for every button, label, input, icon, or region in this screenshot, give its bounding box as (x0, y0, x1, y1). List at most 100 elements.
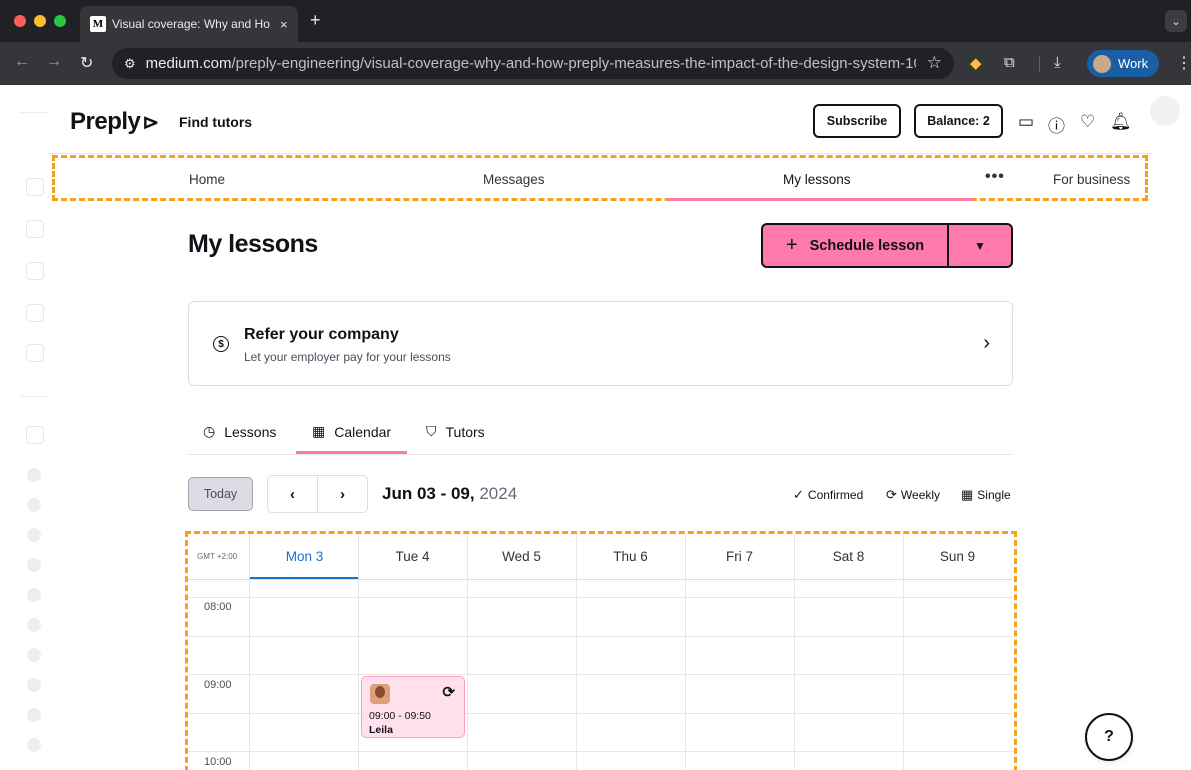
profile-label: Work (1118, 56, 1149, 71)
url-text[interactable]: medium.com/preply-engineering/visual-cov… (146, 55, 916, 72)
faded-avatar-icon (27, 528, 41, 542)
grid-column-line (903, 534, 904, 770)
time-label-1000: 10:00 (204, 756, 232, 768)
faded-avatar-icon (27, 498, 41, 512)
grid-row-line (188, 597, 1013, 598)
repeat-icon: ⟳ (442, 684, 455, 701)
faded-user-avatar (1150, 96, 1180, 126)
day-header-wed[interactable]: Wed 5 (467, 549, 576, 564)
clock-icon: ◷ (203, 423, 216, 439)
extensions-puzzle-icon[interactable]: ⧉ (1004, 54, 1015, 71)
help-button[interactable]: ? (1085, 713, 1133, 761)
calendar-icon: ▦ (961, 487, 974, 502)
browser-tab[interactable]: M Visual coverage: Why and Ho × (80, 6, 298, 42)
plus-icon: + (785, 234, 798, 256)
check-icon: ✓ (793, 487, 804, 502)
event-time: 09:00 - 09:50 (369, 710, 431, 722)
schedule-options-dropdown[interactable]: ▼ (949, 225, 1011, 266)
schedule-lesson-button[interactable]: + Schedule lesson (763, 225, 949, 266)
nav-my-lessons[interactable]: My lessons (783, 172, 851, 187)
day-header-tue[interactable]: Tue 4 (358, 549, 467, 564)
preply-logo[interactable]: Preply ⊳ (70, 108, 159, 136)
lesson-event-card[interactable]: ⟳ 09:00 - 09:50 Leila (361, 676, 465, 738)
header-divider (50, 153, 1150, 154)
grid-column-line (358, 534, 359, 770)
faded-avatar-icon (27, 558, 41, 572)
page-title: My lessons (188, 230, 318, 258)
faded-following-icon (26, 426, 44, 444)
address-bar[interactable]: ⚙ medium.com/preply-engineering/visual-c… (112, 48, 954, 79)
faded-bookmark-icon (26, 220, 44, 238)
day-header-sat[interactable]: Sat 8 (794, 549, 903, 564)
faded-stories-icon (26, 304, 44, 322)
site-settings-icon[interactable]: ⚙ (124, 56, 136, 72)
event-tutor-name: Leila (369, 724, 393, 736)
heart-icon[interactable]: ♡ (1080, 112, 1095, 132)
download-icon[interactable]: ⤓ (1054, 54, 1061, 71)
help-icon[interactable]: ⓘ (1048, 112, 1065, 137)
bookmark-star-icon[interactable]: ☆ (927, 53, 942, 73)
tab-lessons[interactable]: ◷ Lessons (203, 423, 276, 440)
tab-tutors-label: Tutors (445, 423, 485, 440)
tabs-divider (188, 454, 1013, 455)
profile-button[interactable]: Work (1087, 50, 1159, 77)
nav-active-indicator (668, 198, 973, 201)
browser-toolbar: ← → ↻ ⚙ medium.com/preply-engineering/vi… (0, 42, 1191, 85)
faded-avatar-icon (27, 708, 41, 722)
day-header-sun[interactable]: Sun 9 (903, 549, 1012, 564)
subscribe-button[interactable]: Subscribe (813, 104, 901, 138)
browser-menu-icon[interactable]: ⋮ (1176, 53, 1191, 73)
legend-single: ▦ Single (961, 487, 1011, 502)
calendar-highlight-frame (185, 531, 1017, 770)
legend-confirmed: ✓ Confirmed (793, 487, 864, 502)
faded-avatar-icon (27, 738, 41, 752)
extension-icon[interactable]: ◆ (970, 54, 982, 72)
close-window-button[interactable] (14, 15, 26, 27)
faded-stats-icon (26, 344, 44, 362)
forward-icon[interactable]: → (46, 53, 62, 71)
today-button[interactable]: Today (188, 477, 253, 511)
new-tab-button[interactable]: + (310, 10, 321, 31)
grid-column-line (467, 534, 468, 770)
nav-home[interactable]: Home (189, 172, 225, 187)
chevron-down-icon: ▼ (974, 238, 986, 253)
refer-company-card[interactable]: $ Refer your company Let your employer p… (188, 301, 1013, 386)
dollar-coin-icon: $ (213, 336, 229, 352)
time-label-0800: 08:00 (204, 601, 232, 613)
faded-avatar-icon (27, 588, 41, 602)
grid-row-line (188, 636, 1013, 637)
medium-favicon-icon: M (90, 16, 106, 32)
tab-tutors[interactable]: ⛉ Tutors (426, 423, 485, 440)
message-icon[interactable]: ▭ (1018, 112, 1034, 132)
faded-divider (20, 396, 48, 397)
day-header-thu[interactable]: Thu 6 (576, 549, 685, 564)
find-tutors-link[interactable]: Find tutors (179, 114, 252, 130)
chevron-right-icon: › (983, 332, 990, 354)
grid-column-line (576, 534, 577, 770)
bell-icon[interactable]: 🔔︎ (1110, 112, 1132, 132)
grid-column-line (685, 534, 686, 770)
schedule-lesson-label: Schedule lesson (809, 237, 925, 254)
balance-button[interactable]: Balance: 2 (914, 104, 1003, 138)
tab-close-icon[interactable]: × (280, 17, 288, 32)
day-header-mon[interactable]: Mon 3 (250, 549, 359, 564)
maximize-window-button[interactable] (54, 15, 66, 27)
next-week-button[interactable]: › (317, 476, 367, 512)
tab-search-icon[interactable]: ⌄ (1165, 10, 1187, 32)
tab-calendar[interactable]: ▦ Calendar (312, 423, 391, 440)
nav-messages[interactable]: Messages (483, 172, 545, 187)
date-range: Jun 03 - 09, 2024 (382, 484, 518, 503)
reload-icon[interactable]: ↻ (80, 53, 93, 73)
time-label-0900: 09:00 (204, 679, 232, 691)
nav-for-business[interactable]: For business (1053, 172, 1130, 187)
tab-title: Visual coverage: Why and Ho (112, 17, 270, 31)
browser-tab-bar: M Visual coverage: Why and Ho × + ⌄ (0, 0, 1191, 42)
minimize-window-button[interactable] (34, 15, 46, 27)
faded-home-icon (26, 178, 44, 196)
refer-subtitle: Let your employer pay for your lessons (244, 350, 451, 364)
previous-week-button[interactable]: ‹ (268, 476, 317, 512)
back-icon[interactable]: ← (14, 53, 30, 71)
nav-more-icon[interactable]: ••• (985, 168, 1005, 186)
toolbar-divider (1039, 56, 1040, 72)
day-header-fri[interactable]: Fri 7 (685, 549, 794, 564)
